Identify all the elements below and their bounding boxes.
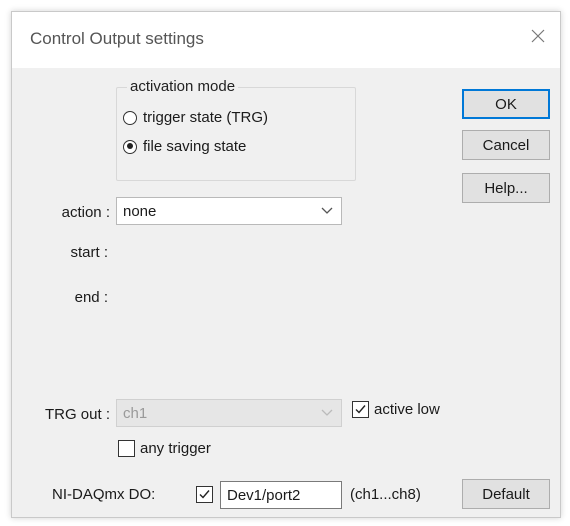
nidaq-range-hint: (ch1...ch8)	[350, 486, 421, 503]
cancel-button[interactable]: Cancel	[462, 130, 550, 160]
radio-trigger-state-indicator[interactable]	[123, 110, 137, 125]
help-button[interactable]: Help...	[462, 173, 550, 203]
radio-file-saving-state[interactable]: file saving state	[123, 138, 246, 155]
active-low-label: active low	[374, 401, 440, 418]
trg-out-label: TRG out :	[44, 406, 110, 423]
control-output-settings-dialog: Control Output settings activation mode …	[11, 11, 561, 518]
title-bar: Control Output settings	[12, 12, 560, 68]
activation-mode-group: activation mode trigger state (TRG) file…	[116, 78, 356, 181]
active-low-checkbox-row[interactable]: active low	[352, 401, 440, 418]
any-trigger-label: any trigger	[140, 440, 211, 457]
close-button[interactable]	[516, 12, 560, 60]
default-button[interactable]: Default	[462, 479, 550, 509]
activation-mode-legend: activation mode	[127, 78, 239, 95]
chevron-down-icon	[321, 409, 333, 416]
end-label: end :	[74, 289, 108, 306]
radio-trigger-state-label: trigger state (TRG)	[143, 109, 269, 126]
start-label: start :	[70, 244, 108, 261]
action-label: action :	[61, 204, 110, 221]
ok-button[interactable]: OK	[462, 89, 550, 119]
action-select-value: none	[123, 202, 157, 220]
active-low-checkbox[interactable]	[352, 401, 369, 418]
nidaq-do-label: NI-DAQmx DO:	[52, 486, 156, 503]
nidaq-port-input[interactable]: Dev1/port2	[220, 481, 342, 509]
checkmark-icon	[355, 405, 366, 414]
nidaq-port-value: Dev1/port2	[227, 486, 301, 504]
action-select[interactable]: none	[116, 197, 342, 225]
any-trigger-checkbox[interactable]	[118, 440, 135, 457]
chevron-down-icon	[321, 207, 333, 214]
radio-file-saving-state-indicator[interactable]	[123, 139, 137, 154]
trg-out-select-value: ch1	[123, 404, 148, 422]
radio-trigger-state[interactable]: trigger state (TRG)	[123, 109, 268, 126]
dialog-title: Control Output settings	[30, 29, 204, 48]
radio-file-saving-state-label: file saving state	[143, 138, 247, 155]
close-icon	[531, 29, 545, 43]
nidaq-do-checkbox[interactable]	[196, 486, 213, 503]
checkmark-icon	[199, 490, 210, 499]
trg-out-select[interactable]: ch1	[116, 399, 342, 427]
any-trigger-checkbox-row[interactable]: any trigger	[118, 440, 211, 457]
